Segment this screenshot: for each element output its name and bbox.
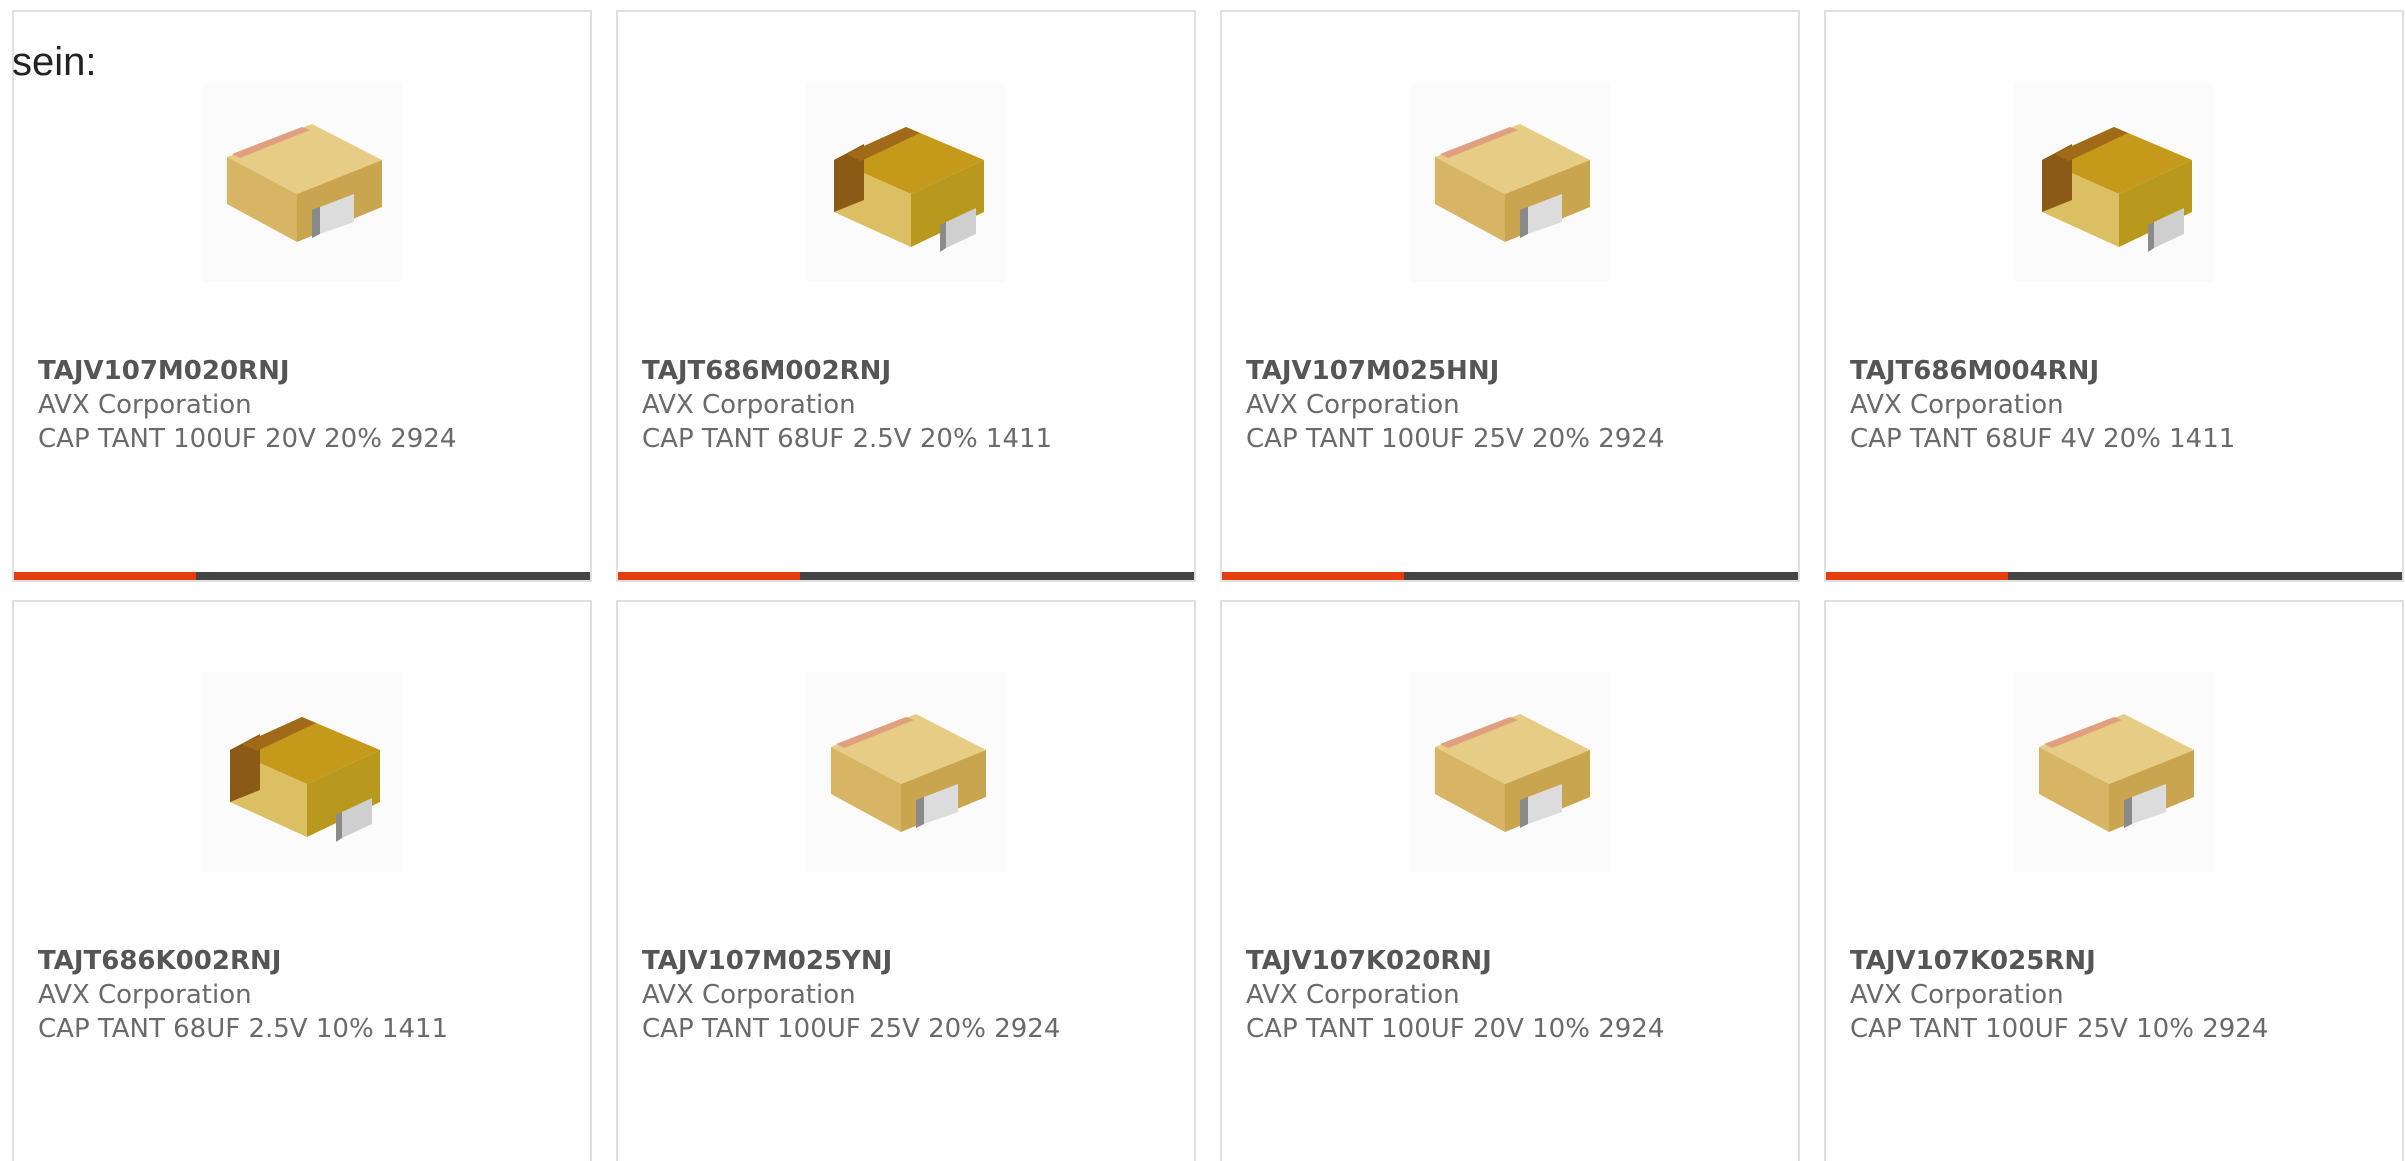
manufacturer: AVX Corporation	[642, 390, 856, 420]
intro-text: sein:	[12, 40, 97, 84]
product-info: TAJT686M004RNJ AVX Corporation CAP TANT …	[1850, 354, 2392, 456]
part-number-link[interactable]: TAJV107K025RNJ	[1850, 944, 2392, 978]
description: CAP TANT 68UF 2.5V 20% 1411	[642, 424, 1053, 454]
product-grid: TAJV107M020RNJ AVX Corporation CAP TANT …	[12, 10, 2405, 1161]
product-info: TAJV107K020RNJ AVX Corporation CAP TANT …	[1246, 944, 1788, 1046]
product-image[interactable]	[1410, 672, 1610, 872]
tantalum-capacitor-icon	[202, 82, 402, 282]
progress-fill	[1222, 572, 1405, 580]
carousel-progress-bar	[618, 572, 1194, 580]
product-card[interactable]: TAJV107K025RNJ AVX Corporation CAP TANT …	[1824, 600, 2404, 1161]
product-info: TAJT686K002RNJ AVX Corporation CAP TANT …	[38, 944, 580, 1046]
tantalum-capacitor-icon	[1410, 82, 1610, 282]
product-info: TAJV107M025HNJ AVX Corporation CAP TANT …	[1246, 354, 1788, 456]
manufacturer: AVX Corporation	[1246, 980, 1460, 1010]
part-number-link[interactable]: TAJT686K002RNJ	[38, 944, 580, 978]
product-card[interactable]: TAJT686M002RNJ AVX Corporation CAP TANT …	[616, 10, 1196, 582]
page: sein: TAJV107M020RNJ AVX Corporation CAP…	[0, 0, 2405, 1161]
description: CAP TANT 100UF 20V 20% 2924	[38, 424, 457, 454]
manufacturer: AVX Corporation	[1850, 980, 2064, 1010]
carousel-progress-bar	[1222, 572, 1798, 580]
product-info: TAJT686M002RNJ AVX Corporation CAP TANT …	[642, 354, 1184, 456]
description: CAP TANT 100UF 25V 20% 2924	[1246, 424, 1665, 454]
progress-fill	[14, 572, 197, 580]
product-card[interactable]: TAJV107M020RNJ AVX Corporation CAP TANT …	[12, 10, 592, 582]
part-number-link[interactable]: TAJV107M020RNJ	[38, 354, 580, 388]
product-image[interactable]	[2014, 672, 2214, 872]
product-image[interactable]	[806, 672, 1006, 872]
product-info: TAJV107K025RNJ AVX Corporation CAP TANT …	[1850, 944, 2392, 1046]
description: CAP TANT 100UF 25V 20% 2924	[642, 1014, 1061, 1044]
product-card[interactable]: TAJV107M025YNJ AVX Corporation CAP TANT …	[616, 600, 1196, 1161]
tantalum-capacitor-icon	[806, 672, 1006, 872]
description: CAP TANT 68UF 4V 20% 1411	[1850, 424, 2236, 454]
part-number-link[interactable]: TAJV107M025HNJ	[1246, 354, 1788, 388]
description: CAP TANT 68UF 2.5V 10% 1411	[38, 1014, 449, 1044]
progress-fill	[1826, 572, 2009, 580]
description: CAP TANT 100UF 20V 10% 2924	[1246, 1014, 1665, 1044]
product-image[interactable]	[202, 672, 402, 872]
product-card[interactable]: TAJT686K002RNJ AVX Corporation CAP TANT …	[12, 600, 592, 1161]
tantalum-capacitor-icon	[806, 82, 1006, 282]
tantalum-capacitor-icon	[2014, 82, 2214, 282]
part-number-link[interactable]: TAJV107M025YNJ	[642, 944, 1184, 978]
part-number-link[interactable]: TAJV107K020RNJ	[1246, 944, 1788, 978]
progress-fill	[618, 572, 801, 580]
carousel-progress-bar	[1826, 572, 2402, 580]
part-number-link[interactable]: TAJT686M004RNJ	[1850, 354, 2392, 388]
manufacturer: AVX Corporation	[38, 390, 252, 420]
product-image[interactable]	[1410, 82, 1610, 282]
product-image[interactable]	[806, 82, 1006, 282]
product-info: TAJV107M020RNJ AVX Corporation CAP TANT …	[38, 354, 580, 456]
product-image[interactable]	[202, 82, 402, 282]
product-info: TAJV107M025YNJ AVX Corporation CAP TANT …	[642, 944, 1184, 1046]
manufacturer: AVX Corporation	[642, 980, 856, 1010]
tantalum-capacitor-icon	[1410, 672, 1610, 872]
manufacturer: AVX Corporation	[1246, 390, 1460, 420]
carousel-progress-bar	[14, 572, 590, 580]
product-card[interactable]: TAJV107K020RNJ AVX Corporation CAP TANT …	[1220, 600, 1800, 1161]
manufacturer: AVX Corporation	[1850, 390, 2064, 420]
part-number-link[interactable]: TAJT686M002RNJ	[642, 354, 1184, 388]
manufacturer: AVX Corporation	[38, 980, 252, 1010]
product-card[interactable]: TAJT686M004RNJ AVX Corporation CAP TANT …	[1824, 10, 2404, 582]
product-image[interactable]	[2014, 82, 2214, 282]
tantalum-capacitor-icon	[2014, 672, 2214, 872]
product-card[interactable]: TAJV107M025HNJ AVX Corporation CAP TANT …	[1220, 10, 1800, 582]
tantalum-capacitor-icon	[202, 672, 402, 872]
description: CAP TANT 100UF 25V 10% 2924	[1850, 1014, 2269, 1044]
